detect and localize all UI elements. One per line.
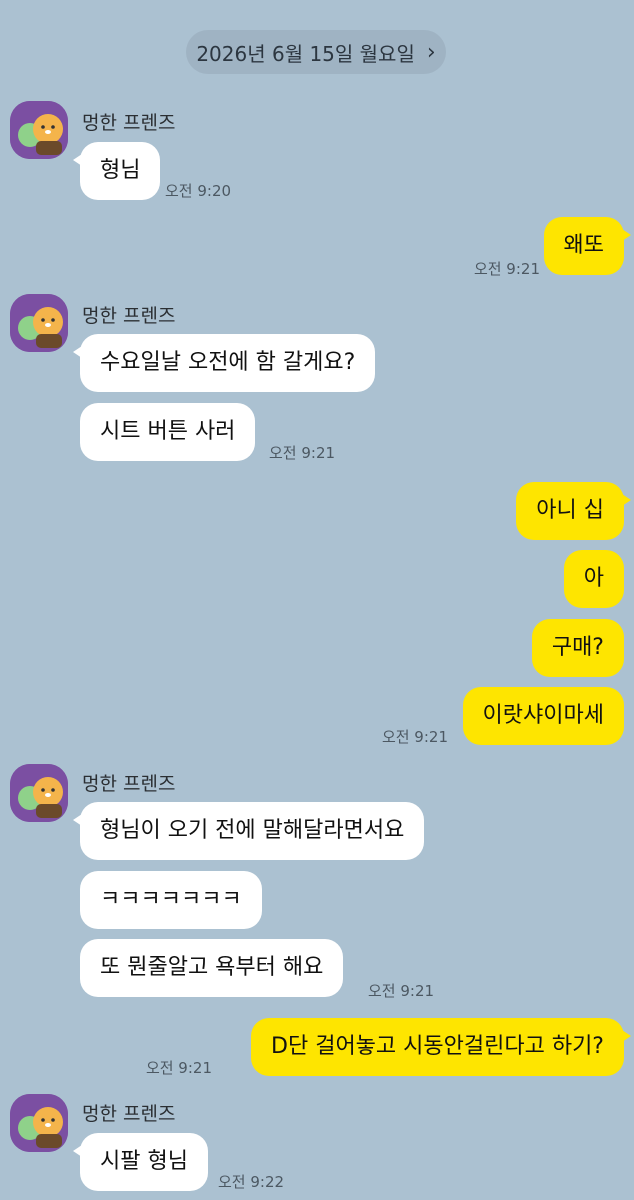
- message-time: 오전 9:21: [368, 982, 435, 1000]
- message-bubble-incoming[interactable]: 수요일날 오전에 함 갈게요?: [72, 334, 376, 392]
- cartoon-friends-avatar-icon: [10, 101, 68, 159]
- message-time: 오전 9:22: [218, 1173, 285, 1191]
- message-bubble-outgoing[interactable]: 아: [563, 550, 624, 608]
- message-time: 오전 9:21: [473, 260, 540, 278]
- sender-name: 멍한 프렌즈: [82, 112, 176, 134]
- message-bubble-incoming[interactable]: 시트 버튼 사러: [80, 403, 256, 461]
- message-bubble-incoming[interactable]: 형님: [72, 142, 161, 200]
- chevron-right-icon: ›: [426, 39, 436, 65]
- cartoon-friends-avatar-icon: [10, 1094, 68, 1152]
- sender-name: 멍한 프렌즈: [82, 773, 176, 795]
- message-time: 오전 9:20: [165, 182, 232, 200]
- sender-name: 멍한 프렌즈: [82, 1103, 176, 1125]
- date-label: 2026년 6월 15일 월요일: [196, 41, 415, 66]
- message-bubble-outgoing[interactable]: 왜또: [543, 217, 632, 275]
- message-bubble-outgoing[interactable]: 이랏샤이마세: [462, 687, 624, 745]
- message-bubble-outgoing[interactable]: D단 걸어놓고 시동안걸린다고 하기?: [251, 1018, 631, 1076]
- avatar[interactable]: [10, 764, 68, 822]
- date-divider[interactable]: 2026년 6월 15일 월요일 ›: [186, 30, 446, 74]
- message-time: 오전 9:21: [381, 728, 448, 746]
- message-bubble-outgoing[interactable]: 아니 십: [516, 482, 631, 540]
- avatar[interactable]: [10, 1094, 68, 1152]
- avatar[interactable]: [10, 101, 68, 159]
- message-bubble-outgoing[interactable]: 구매?: [531, 619, 624, 677]
- message-bubble-incoming[interactable]: 또 뭔줄알고 욕부터 해요: [80, 939, 344, 997]
- message-bubble-incoming[interactable]: 시팔 형님: [73, 1133, 208, 1191]
- message-time: 오전 9:21: [269, 444, 336, 462]
- avatar[interactable]: [10, 294, 68, 352]
- cartoon-friends-avatar-icon: [10, 294, 68, 352]
- message-bubble-incoming[interactable]: 형님이 오기 전에 말해달라면서요: [72, 802, 425, 860]
- sender-name: 멍한 프렌즈: [82, 305, 176, 327]
- cartoon-friends-avatar-icon: [10, 764, 68, 822]
- message-time: 오전 9:21: [145, 1059, 212, 1077]
- message-bubble-incoming[interactable]: ㅋㅋㅋㅋㅋㅋㅋ: [80, 871, 262, 929]
